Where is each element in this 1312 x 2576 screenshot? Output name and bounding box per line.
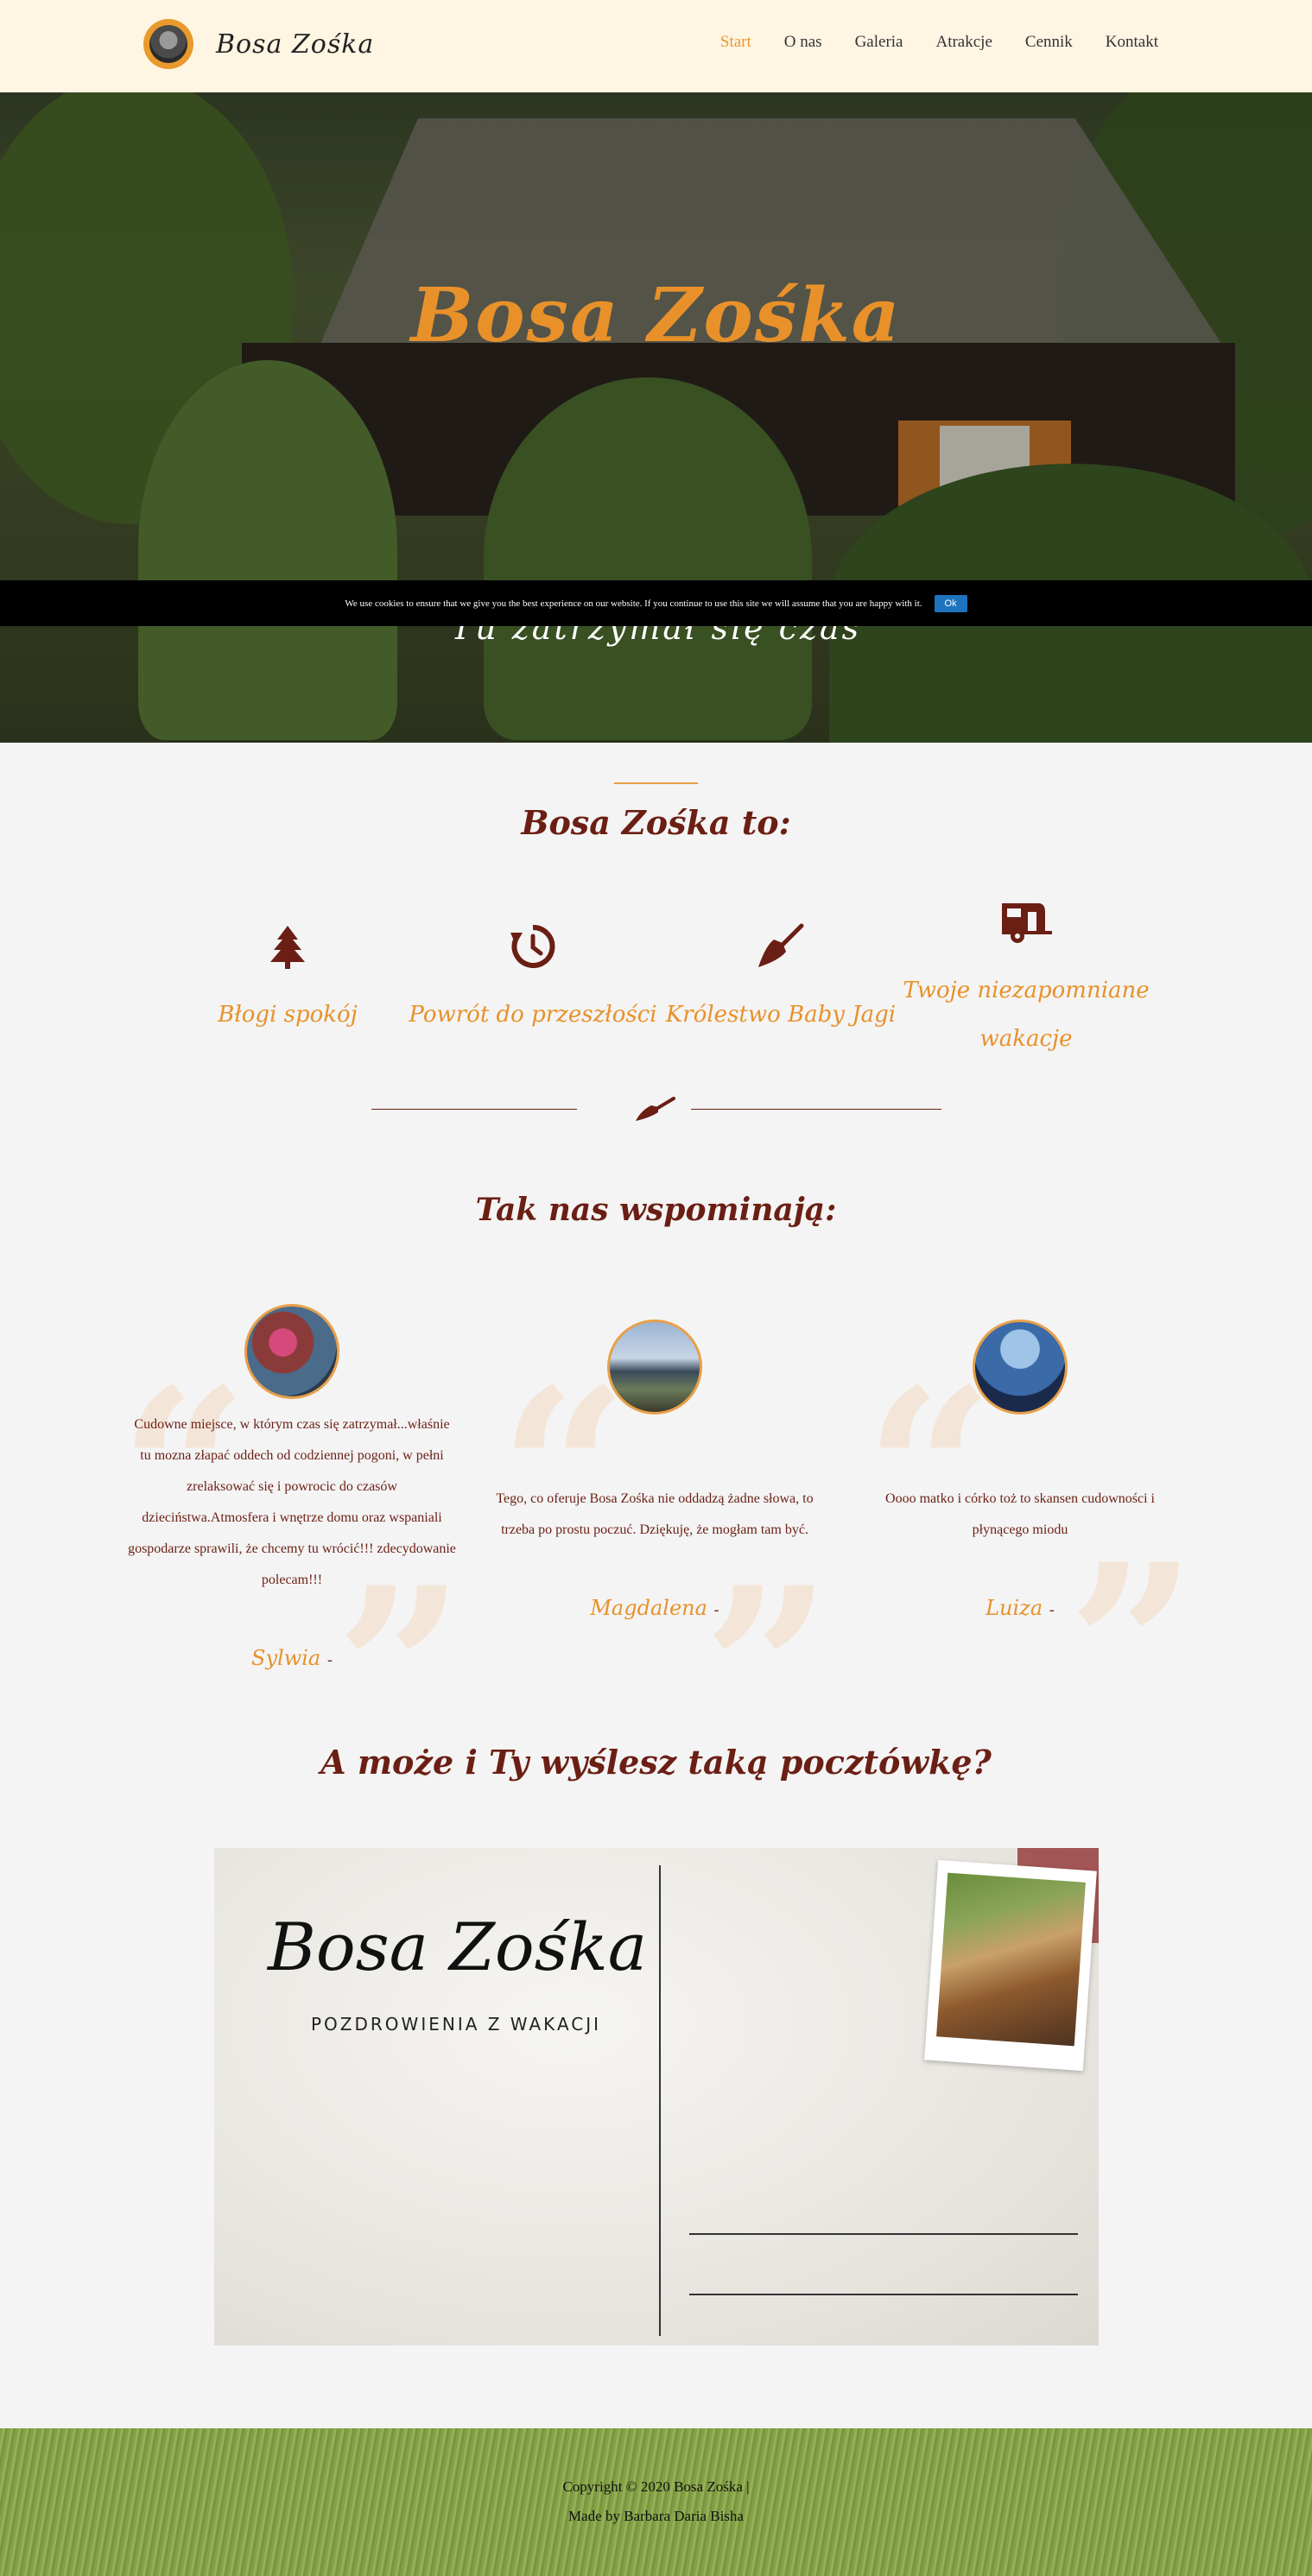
postcard-address-line xyxy=(689,2294,1078,2295)
postcard-divider xyxy=(659,1865,661,2336)
testimonials-title: Tak nas wspominają: xyxy=(475,1192,837,1228)
brand-link[interactable]: Bosa Zośka xyxy=(143,19,374,69)
avatar xyxy=(244,1304,339,1399)
postcard-title: Bosa Zośka xyxy=(268,1908,648,1985)
feature-item: Powrót do przeszłości xyxy=(403,922,662,1039)
stamp-photo xyxy=(936,1872,1086,2047)
hero-title: Bosa Zośka xyxy=(410,272,902,359)
footer: Copyright © 2020 Bosa Zośka | Made by Ba… xyxy=(0,2428,1312,2576)
testimonial-author: Luiza - xyxy=(856,1596,1184,1620)
nav-item-start[interactable]: Start xyxy=(720,33,751,52)
about-title: Bosa Zośka to: xyxy=(521,803,791,842)
divider-line-left xyxy=(371,1109,577,1110)
author-dash: - xyxy=(326,1651,333,1669)
cookie-accept-button[interactable]: Ok xyxy=(934,594,967,612)
postcard-image: Bosa Zośka POZDROWIENIA Z WAKACJI xyxy=(214,1848,1099,2345)
feature-item: Twoje niezapomniane wakacje xyxy=(897,898,1156,1063)
feature-label: Błogi spokój xyxy=(218,1002,358,1028)
nav-item-o-nas[interactable]: O nas xyxy=(784,33,822,52)
brand-name: Bosa Zośka xyxy=(216,28,375,60)
author-name: Magdalena xyxy=(590,1596,707,1620)
testimonial-card: “ ” Oooo matko i córko toż to skansen cu… xyxy=(856,1320,1197,1760)
author-name: Luiza xyxy=(986,1596,1043,1620)
testimonial-card: “ ” Tego, co oferuje Bosa Zośka nie odda… xyxy=(491,1320,832,1783)
testimonial-text: Oooo matko i córko toż to skansen cudown… xyxy=(885,1491,1155,1537)
author-name: Sylwia xyxy=(251,1646,321,1670)
feature-item: Królestwo Baby Jagi xyxy=(651,922,910,1039)
author-dash: - xyxy=(713,1601,719,1619)
feature-label: Twoje niezapomniane wakacje xyxy=(903,978,1150,1052)
testimonial-card: “ ” Cudowne miejsce, w którym czas się z… xyxy=(119,1304,465,1783)
nav-item-kontakt[interactable]: Kontakt xyxy=(1106,33,1158,52)
feature-item: Błogi spokój xyxy=(158,922,417,1039)
nav-item-galeria[interactable]: Galeria xyxy=(855,33,903,52)
nav-item-atrakcje[interactable]: Atrakcje xyxy=(935,33,992,52)
nav-item-cennik[interactable]: Cennik xyxy=(1025,33,1073,52)
top-navbar: Bosa Zośka Start O nas Galeria Atrakcje … xyxy=(0,0,1312,92)
logo-icon xyxy=(143,19,193,69)
quote-open-icon: “ xyxy=(865,1340,994,1604)
footer-made-by: Made by Barbara Daria Bisha xyxy=(568,2508,744,2524)
stamp-image xyxy=(924,1859,1097,2072)
postcard-address-line xyxy=(689,2233,1078,2235)
postcard-section-title: A może i Ty wyślesz taką pocztówkę? xyxy=(320,1743,992,1782)
history-icon xyxy=(510,924,555,968)
broom-divider-icon xyxy=(636,1097,675,1121)
cookie-notice-text: We use cookies to ensure that we give yo… xyxy=(345,598,922,609)
footer-copyright: Copyright © 2020 Bosa Zośka | xyxy=(562,2478,750,2495)
hero-banner: Bosa Zośka Tu zatrzymał się czas xyxy=(0,92,1312,743)
section-accent-line xyxy=(614,782,698,784)
tree-icon xyxy=(270,926,305,969)
caravan-icon xyxy=(1002,903,1052,943)
cookie-notice-bar: We use cookies to ensure that we give yo… xyxy=(0,580,1312,626)
quote-open-icon: “ xyxy=(499,1340,629,1604)
feature-label: Królestwo Baby Jagi xyxy=(665,1002,897,1028)
testimonial-author: Magdalena - xyxy=(491,1596,819,1620)
postcard-subtitle: POZDROWIENIA Z WAKACJI xyxy=(311,2014,602,2035)
testimonial-text: Cudowne miejsce, w którym czas się zatrz… xyxy=(128,1417,456,1587)
divider-line-right xyxy=(691,1109,941,1110)
testimonial-author: Sylwia - xyxy=(128,1646,456,1670)
quote-close-icon: ” xyxy=(1068,1516,1197,1779)
author-dash: - xyxy=(1049,1601,1055,1619)
testimonial-text: Tego, co oferuje Bosa Zośka nie oddadzą … xyxy=(496,1491,814,1537)
feature-label: Powrót do przeszłości xyxy=(409,1002,657,1028)
main-menu: Start O nas Galeria Atrakcje Cennik Kont… xyxy=(688,33,1158,52)
broom-icon xyxy=(758,923,804,967)
